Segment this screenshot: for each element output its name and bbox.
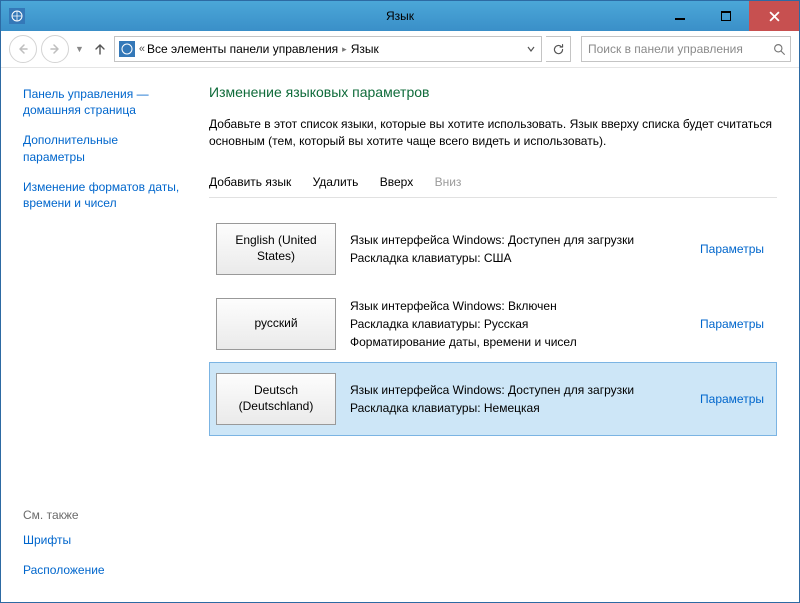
app-icon xyxy=(9,8,25,24)
refresh-button[interactable] xyxy=(546,36,571,62)
titlebar: Язык xyxy=(1,1,799,31)
language-info: Язык интерфейса Windows: ВключенРаскладк… xyxy=(350,297,686,351)
history-dropdown[interactable]: ▼ xyxy=(73,44,86,54)
search-box[interactable] xyxy=(581,36,791,62)
chevrons-icon: « xyxy=(139,43,143,55)
see-also-heading: См. также xyxy=(23,508,181,522)
arrow-left-icon xyxy=(17,43,29,55)
main-content: Изменение языковых параметров Добавьте в… xyxy=(191,68,799,602)
search-input[interactable] xyxy=(586,41,773,57)
sidebar-link-home[interactable]: Панель управления — домашняя страница xyxy=(23,86,181,118)
chevron-right-icon: ▸ xyxy=(342,44,347,55)
sidebar: Панель управления — домашняя страница До… xyxy=(1,68,191,602)
language-info-line: Язык интерфейса Windows: Включен xyxy=(350,297,686,315)
chevron-down-icon xyxy=(527,45,535,53)
language-info: Язык интерфейса Windows: Доступен для за… xyxy=(350,231,686,267)
maximize-icon xyxy=(721,11,731,21)
back-button[interactable] xyxy=(9,35,37,63)
navbar: ▼ « Все элементы панели управления ▸ Язы… xyxy=(1,31,799,68)
breadcrumb-item[interactable]: Все элементы панели управления xyxy=(147,42,338,56)
language-info-line: Раскладка клавиатуры: Немецкая xyxy=(350,399,686,417)
language-list: English (United States) Язык интерфейса W… xyxy=(209,212,777,436)
search-icon xyxy=(773,43,786,56)
language-name-box[interactable]: русский xyxy=(216,298,336,350)
minimize-button[interactable] xyxy=(657,1,703,31)
window: Язык ▼ « Все эле xyxy=(0,0,800,603)
language-info-line: Форматирование даты, времени и чисел xyxy=(350,333,686,351)
toolbar-move-up[interactable]: Вверх xyxy=(380,175,413,189)
forward-button[interactable] xyxy=(41,35,69,63)
close-button[interactable] xyxy=(749,1,799,31)
sidebar-link-formats[interactable]: Изменение форматов даты, времени и чисел xyxy=(23,179,181,211)
see-also-section: См. также Шрифты Расположение xyxy=(23,508,181,592)
address-dropdown[interactable] xyxy=(523,42,539,56)
language-row[interactable]: English (United States) Язык интерфейса W… xyxy=(209,212,777,286)
page-heading: Изменение языковых параметров xyxy=(209,84,777,100)
body: Панель управления — домашняя страница До… xyxy=(1,68,799,602)
minimize-icon xyxy=(675,11,685,21)
language-info-line: Раскладка клавиатуры: США xyxy=(350,249,686,267)
window-buttons xyxy=(657,1,799,31)
refresh-icon xyxy=(552,43,565,56)
language-info-line: Раскладка клавиатуры: Русская xyxy=(350,315,686,333)
maximize-button[interactable] xyxy=(703,1,749,31)
language-info-line: Язык интерфейса Windows: Доступен для за… xyxy=(350,381,686,399)
arrow-right-icon xyxy=(49,43,61,55)
language-info-line: Язык интерфейса Windows: Доступен для за… xyxy=(350,231,686,249)
sidebar-link-advanced[interactable]: Дополнительные параметры xyxy=(23,132,181,164)
toolbar-remove[interactable]: Удалить xyxy=(313,175,359,189)
language-row[interactable]: русский Язык интерфейса Windows: ВключенР… xyxy=(209,286,777,362)
language-info: Язык интерфейса Windows: Доступен для за… xyxy=(350,381,686,417)
control-panel-icon xyxy=(119,41,135,57)
language-options-link[interactable]: Параметры xyxy=(700,317,770,331)
toolbar-move-down: Вниз xyxy=(435,175,462,189)
arrow-up-icon xyxy=(93,42,107,56)
up-button[interactable] xyxy=(90,36,110,62)
toolbar: Добавить язык Удалить Вверх Вниз xyxy=(209,169,777,198)
close-icon xyxy=(769,11,780,22)
language-row[interactable]: Deutsch (Deutschland) Язык интерфейса Win… xyxy=(209,362,777,436)
sidebar-link-fonts[interactable]: Шрифты xyxy=(23,532,181,548)
sidebar-link-location[interactable]: Расположение xyxy=(23,562,181,578)
language-name-box[interactable]: Deutsch (Deutschland) xyxy=(216,373,336,425)
language-options-link[interactable]: Параметры xyxy=(700,392,770,406)
language-name-box[interactable]: English (United States) xyxy=(216,223,336,275)
breadcrumb-item[interactable]: Язык xyxy=(351,42,379,56)
address-bar[interactable]: « Все элементы панели управления ▸ Язык xyxy=(114,36,542,62)
toolbar-add-language[interactable]: Добавить язык xyxy=(209,175,291,189)
page-description: Добавьте в этот список языки, которые вы… xyxy=(209,116,777,151)
language-options-link[interactable]: Параметры xyxy=(700,242,770,256)
